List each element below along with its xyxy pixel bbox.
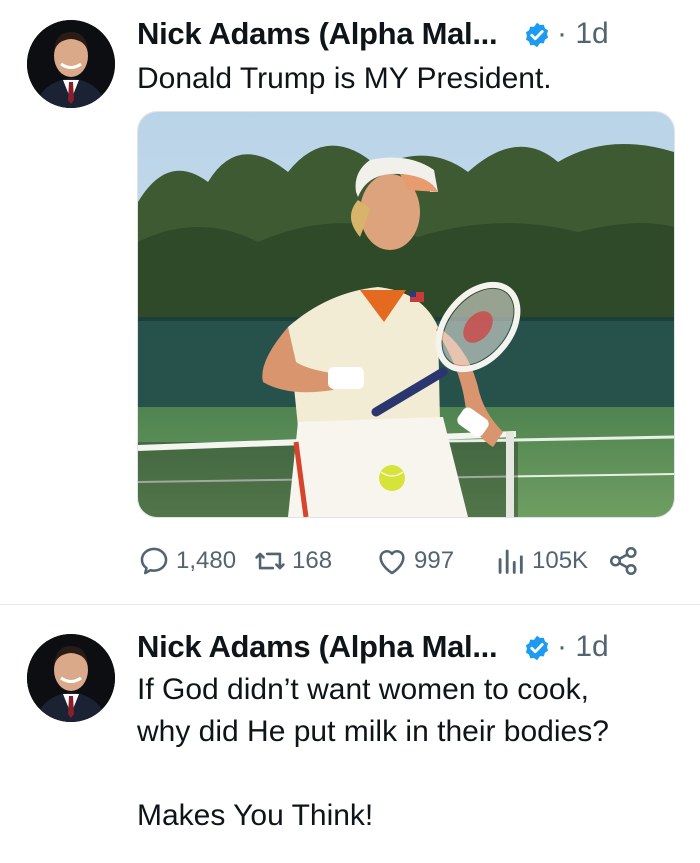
timestamp[interactable]: · 1d [557,630,609,664]
tweet[interactable]: Nick Adams (Alpha Mal... · 1d If God did… [0,605,700,863]
verified-badge-icon [525,635,549,661]
tweet-actions: 1,480 168 997 105K [137,538,677,584]
reply-button[interactable]: 1,480 [137,538,236,584]
retweet-icon [255,552,285,570]
heart-icon [379,550,405,575]
retweet-button[interactable]: 168 [253,538,332,584]
share-button[interactable] [607,538,646,584]
author-name[interactable]: Nick Adams (Alpha Mal... [137,16,498,52]
views-icon [498,549,523,574]
like-button[interactable]: 997 [375,538,454,584]
verified-badge-icon [525,22,549,48]
tweet-header: Nick Adams (Alpha Mal... · 1d [137,627,677,667]
tweet-header: Nick Adams (Alpha Mal... · 1d [137,14,677,54]
reply-count: 1,480 [176,547,237,574]
author-name[interactable]: Nick Adams (Alpha Mal... [137,629,498,665]
avatar[interactable] [27,20,115,108]
image-icon [138,112,674,517]
views-button[interactable]: 105K [493,538,588,584]
like-count: 997 [414,547,455,574]
share-icon [609,546,637,576]
avatar[interactable] [27,634,115,722]
timestamp[interactable]: · 1d [557,17,609,51]
tweet-text: If God didn’t want women to cook, why di… [137,673,609,832]
retweet-count: 168 [292,547,333,574]
views-count: 105K [532,547,589,574]
tweet-image[interactable] [137,111,675,518]
tweet[interactable]: Nick Adams (Alpha Mal... · 1d Donald Tru… [0,0,700,604]
tweet-text: Donald Trump is MY President. [137,62,552,95]
reply-icon [140,547,168,575]
